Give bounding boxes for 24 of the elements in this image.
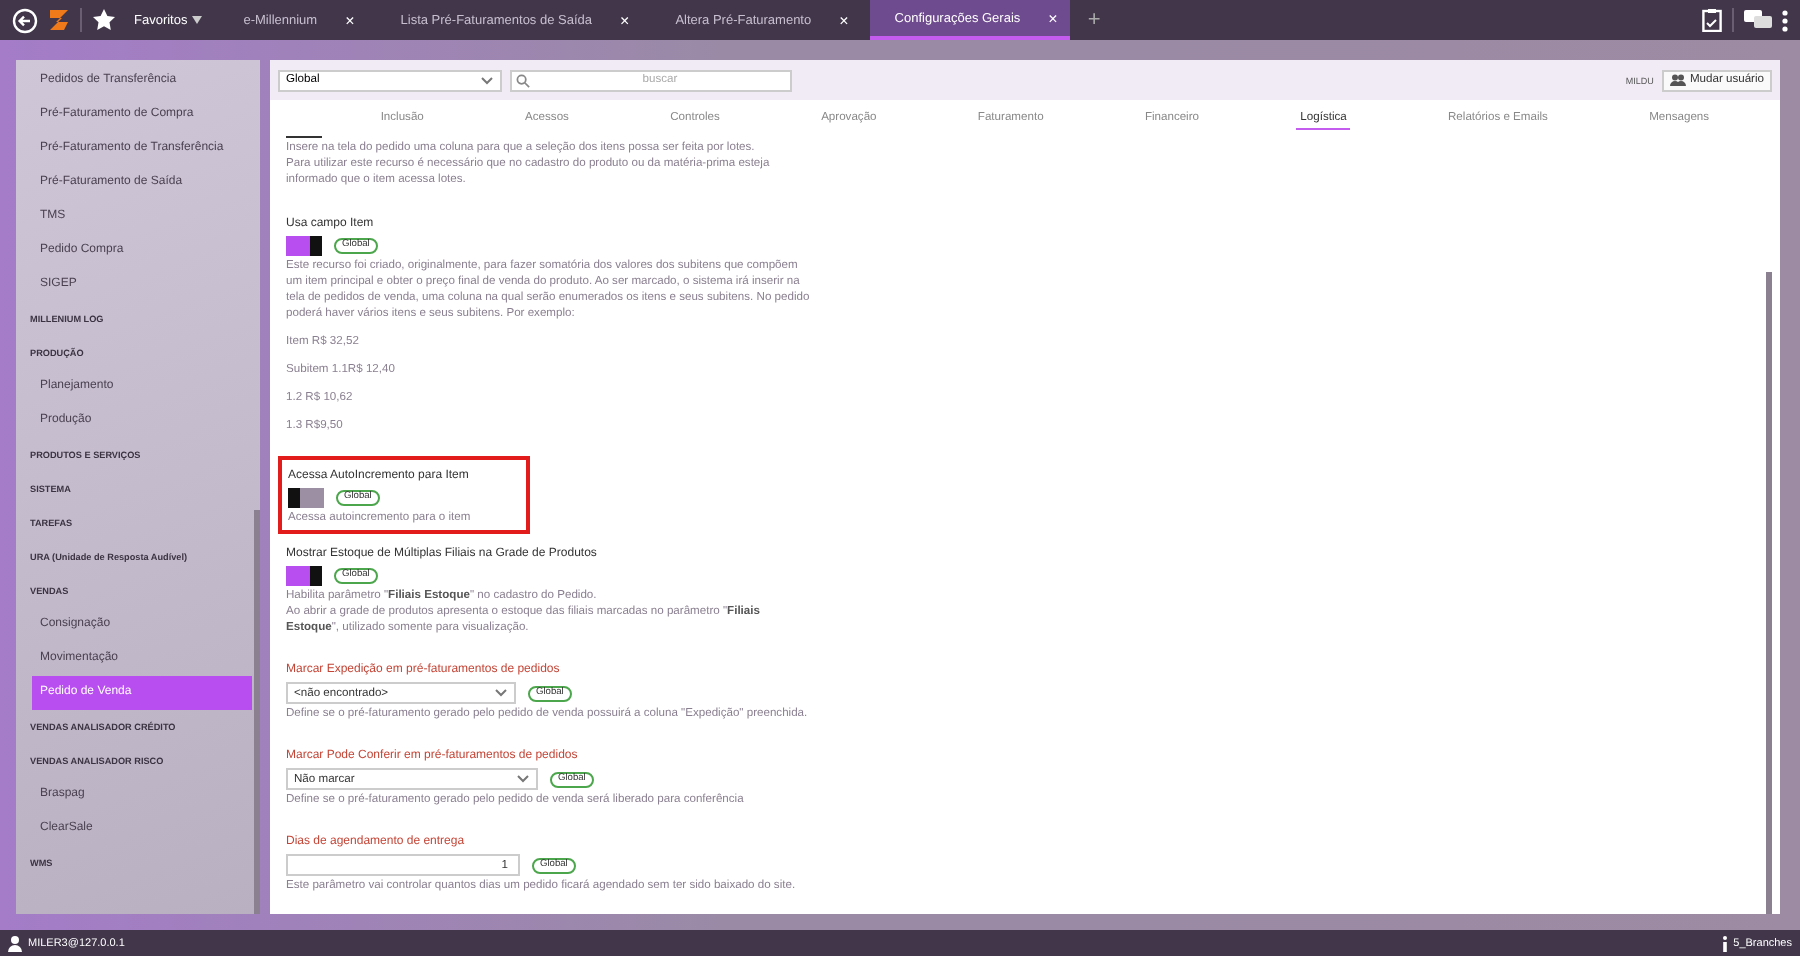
star-icon[interactable]	[92, 8, 116, 32]
close-icon[interactable]: ×	[620, 11, 630, 29]
users-icon	[1669, 74, 1686, 86]
caret-icon	[191, 16, 202, 24]
chat-icon[interactable]	[1744, 10, 1772, 30]
chevron-icon	[516, 774, 530, 784]
logo-icon[interactable]	[48, 8, 70, 32]
back-icon[interactable]	[12, 7, 38, 33]
close-icon[interactable]: ×	[1048, 9, 1058, 27]
info-icon	[1721, 935, 1728, 951]
toggle-switch[interactable]	[286, 566, 322, 586]
clipboard-icon[interactable]	[1702, 8, 1722, 32]
chevron-icon	[480, 75, 494, 85]
toggle-switch[interactable]	[286, 236, 322, 256]
search-icon	[516, 73, 530, 87]
close-icon[interactable]: ×	[839, 11, 849, 29]
chevron-icon	[494, 688, 508, 698]
user-icon	[8, 935, 22, 951]
scrollbar[interactable]	[1766, 272, 1772, 914]
toggle-switch[interactable]	[288, 488, 324, 508]
scrollbar[interactable]	[254, 510, 260, 914]
add-tab-button[interactable]: +	[1087, 8, 1101, 32]
more-icon[interactable]	[1782, 9, 1788, 31]
close-icon[interactable]: ×	[345, 11, 355, 29]
